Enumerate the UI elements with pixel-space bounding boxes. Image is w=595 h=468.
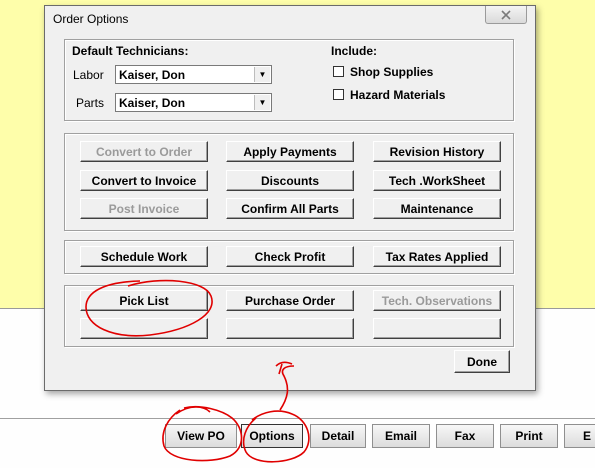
tax-rates-applied-button[interactable]: Tax Rates Applied [373,246,501,267]
schedule-work-button[interactable]: Schedule Work [80,246,208,267]
close-button[interactable] [485,6,527,24]
chevron-down-icon[interactable]: ▼ [254,67,270,82]
dialog-title: Order Options [53,12,129,26]
maintenance-button[interactable]: Maintenance [373,198,501,219]
shop-supplies-checkbox[interactable] [333,66,344,77]
divider [0,418,595,419]
default-technicians-heading: Default Technicians: [72,44,189,58]
empty-button[interactable] [80,318,208,339]
detail-button[interactable]: Detail [310,424,366,448]
print-button[interactable]: Print [500,424,558,448]
order-options-dialog: Order Options Default Technicians: Labor… [44,5,536,391]
shop-supplies-label: Shop Supplies [350,65,434,79]
check-profit-button[interactable]: Check Profit [226,246,354,267]
discounts-button[interactable]: Discounts [226,170,354,191]
empty-button[interactable] [226,318,354,339]
parts-select[interactable]: Kaiser, Don ▼ [115,93,272,112]
labor-label: Labor [73,68,104,82]
done-button[interactable]: Done [454,350,510,373]
parts-label: Parts [76,96,105,110]
confirm-all-parts-button[interactable]: Confirm All Parts [226,198,354,219]
options-button[interactable]: Options [241,424,303,448]
dialog-titlebar: Order Options [45,6,535,32]
labor-select[interactable]: Kaiser, Don ▼ [115,65,272,84]
fax-button[interactable]: Fax [436,424,494,448]
close-icon [501,9,511,20]
pick-list-button[interactable]: Pick List [80,290,208,311]
hazard-materials-checkbox[interactable] [333,89,344,100]
partial-toolbar-button[interactable]: E [564,424,595,448]
view-po-button[interactable]: View PO [165,424,237,448]
chevron-down-icon[interactable]: ▼ [254,95,270,110]
convert-to-invoice-button[interactable]: Convert to Invoice [80,170,208,191]
apply-payments-button[interactable]: Apply Payments [226,141,354,162]
parts-value: Kaiser, Don [119,96,186,110]
hazard-materials-label: Hazard Materials [350,88,446,102]
convert-to-order-button[interactable]: Convert to Order [80,141,208,162]
post-invoice-button[interactable]: Post Invoice [80,198,208,219]
labor-value: Kaiser, Don [119,68,186,82]
tech-worksheet-button[interactable]: Tech .WorkSheet [373,170,501,191]
empty-button[interactable] [373,318,501,339]
tech-observations-button[interactable]: Tech. Observations [373,290,501,311]
include-heading: Include: [331,44,378,58]
purchase-order-button[interactable]: Purchase Order [226,290,354,311]
revision-history-button[interactable]: Revision History [373,141,501,162]
email-button[interactable]: Email [372,424,430,448]
